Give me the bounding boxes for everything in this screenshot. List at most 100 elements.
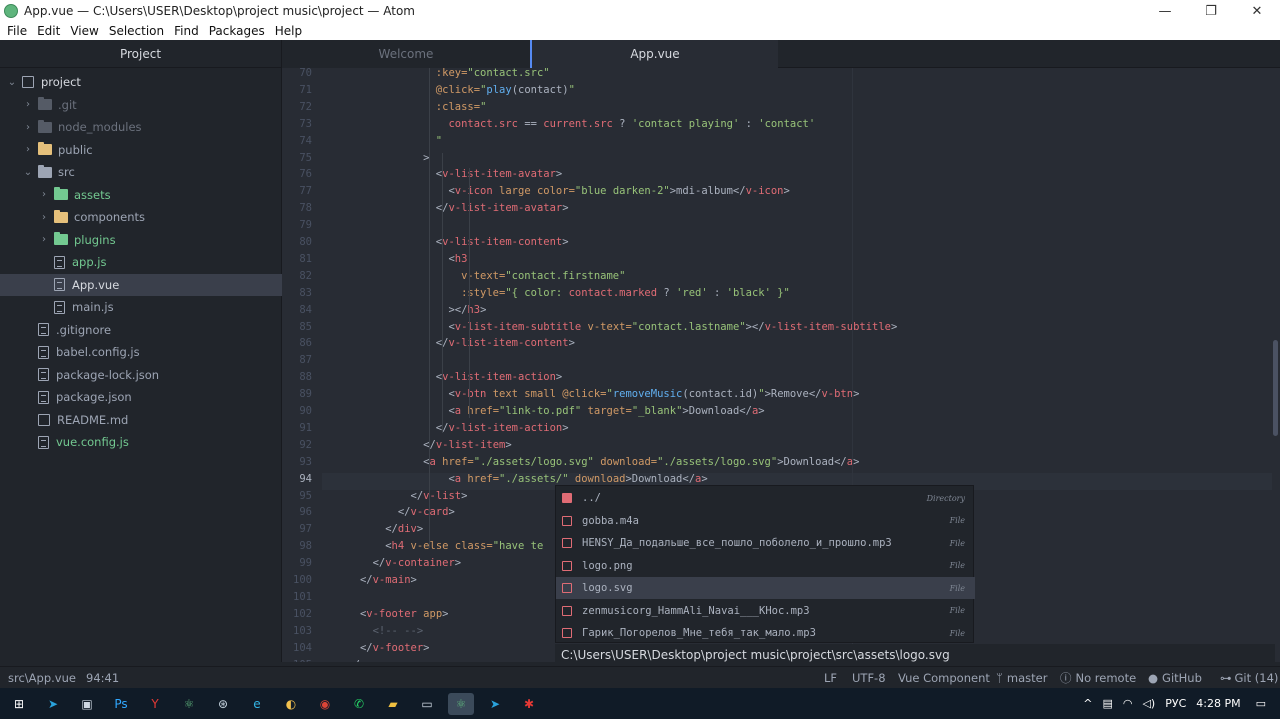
tree-item-app-vue[interactable]: App.vue xyxy=(0,273,282,296)
menu-selection[interactable]: Selection xyxy=(109,24,164,38)
status-encoding[interactable]: UTF-8 xyxy=(852,671,886,685)
chevron-right-icon[interactable]: › xyxy=(22,99,34,110)
tree-item-public[interactable]: › public xyxy=(0,139,282,161)
tree-item-plugins[interactable]: › plugins xyxy=(0,229,282,251)
yandex-browser-icon[interactable]: Y xyxy=(142,693,168,715)
telegram-2-icon[interactable]: ➤ xyxy=(482,693,508,715)
status-cursor-position[interactable]: 94:41 xyxy=(86,671,119,685)
chevron-up-icon[interactable]: ^ xyxy=(1083,697,1092,710)
tree-item-package-lock-json[interactable]: package-lock.json xyxy=(0,364,282,386)
autocomplete-item[interactable]: zenmusicorg_HammAli_Navai___КНос.mp3 File xyxy=(556,600,975,622)
chevron-right-icon[interactable]: › xyxy=(22,144,34,155)
code-line[interactable]: </v-list-item-action> xyxy=(322,422,569,434)
status-line-ending[interactable]: LF xyxy=(824,671,837,685)
close-button[interactable]: ✕ xyxy=(1234,0,1280,22)
windows-start-icon[interactable]: ⊞ xyxy=(6,693,32,715)
code-line[interactable]: <!-- --> xyxy=(322,625,424,637)
status-github[interactable]: ● GitHub xyxy=(1148,671,1202,685)
tree-item-git[interactable]: › .git xyxy=(0,94,282,116)
edge-icon[interactable]: e xyxy=(244,693,270,715)
notifications-icon[interactable]: ▭ xyxy=(1256,697,1266,710)
atom-icon[interactable]: ⚛ xyxy=(176,693,202,715)
volume-icon[interactable]: ◁) xyxy=(1142,697,1155,710)
menu-edit[interactable]: Edit xyxy=(37,24,60,38)
code-line[interactable]: <a href="link-to.pdf" target="_blank">Do… xyxy=(322,405,764,417)
tree-item-vue-config-js[interactable]: vue.config.js xyxy=(0,431,282,453)
code-line[interactable]: <v-footer app> xyxy=(322,608,449,620)
code-line[interactable]: " xyxy=(322,135,442,147)
status-grammar[interactable]: Vue Component xyxy=(898,671,990,685)
code-line[interactable]: ></h3> xyxy=(322,304,486,316)
terminal-icon[interactable]: ▭ xyxy=(414,693,440,715)
tree-item-gitignore[interactable]: .gitignore xyxy=(0,319,282,341)
tree-item-readme-md[interactable]: README.md xyxy=(0,409,282,431)
tree-item-node-modules[interactable]: › node_modules xyxy=(0,116,282,138)
autocomplete-item[interactable]: Гарик_Погорелов_Мне_тебя_так_мало.mp3 Fil… xyxy=(556,622,975,644)
chevron-down-icon[interactable]: ⌄ xyxy=(6,77,18,88)
tree-item-components[interactable]: › components xyxy=(0,206,282,228)
code-line[interactable]: </v-main> xyxy=(322,574,417,586)
chevron-right-icon[interactable]: › xyxy=(38,234,50,245)
menu-packages[interactable]: Packages xyxy=(209,24,265,38)
code-line[interactable]: :style="{ color: contact.marked ? 'red' … xyxy=(322,287,790,299)
autocomplete-item[interactable]: ../ Directory xyxy=(556,487,975,509)
tree-item-babel-config-js[interactable]: babel.config.js xyxy=(0,341,282,363)
tab-welcome[interactable]: Welcome xyxy=(282,40,530,68)
code-line[interactable]: </v-list-item-avatar> xyxy=(322,202,569,214)
menu-help[interactable]: Help xyxy=(275,24,302,38)
menu-file[interactable]: File xyxy=(7,24,27,38)
tree-view-header[interactable]: Project xyxy=(0,40,281,68)
status-file-path[interactable]: src\App.vue xyxy=(8,671,76,685)
ladybug-icon[interactable]: ✱ xyxy=(516,693,542,715)
tree-item-main-js[interactable]: main.js xyxy=(0,296,282,318)
telegram-icon[interactable]: ➤ xyxy=(40,693,66,715)
whatsapp-icon[interactable]: ✆ xyxy=(346,693,372,715)
autocomplete-item[interactable]: logo.png File xyxy=(556,555,975,577)
steam-icon[interactable]: ⊛ xyxy=(210,693,236,715)
code-line[interactable]: </v-list> xyxy=(322,490,468,502)
autocomplete-item[interactable]: gobba.m4a File xyxy=(556,510,975,532)
tree-item-assets[interactable]: › assets xyxy=(0,184,282,206)
code-line[interactable]: > xyxy=(322,152,429,164)
status-branch[interactable]: ᛘ master xyxy=(996,671,1047,685)
chevron-down-icon[interactable]: ⌄ xyxy=(22,167,34,178)
status-git[interactable]: ⊶ Git (14) xyxy=(1220,671,1278,685)
code-line[interactable]: </v-list-item> xyxy=(322,439,512,451)
wifi-icon[interactable]: ◠ xyxy=(1123,697,1133,710)
clock[interactable]: 4:28 PM xyxy=(1196,697,1240,710)
tree-item-package-json[interactable]: package.json xyxy=(0,386,282,408)
code-line[interactable]: contact.src == current.src ? 'contact pl… xyxy=(322,118,815,130)
code-line[interactable]: <v-icon large color="blue darken-2">mdi-… xyxy=(322,185,789,197)
network-icon[interactable]: ▤ xyxy=(1102,697,1112,710)
paint-icon[interactable]: ◐ xyxy=(278,693,304,715)
chevron-right-icon[interactable]: › xyxy=(38,212,50,223)
code-line[interactable]: :class=" xyxy=(322,101,487,113)
code-line[interactable]: <v-list-item-content> xyxy=(322,236,569,248)
chevron-right-icon[interactable]: › xyxy=(22,122,34,133)
code-line[interactable]: <h3 xyxy=(322,253,467,265)
minimize-button[interactable]: — xyxy=(1142,0,1188,22)
code-line[interactable]: <a href="./assets/" download>Download</a… xyxy=(322,473,707,485)
language-indicator[interactable]: РУС xyxy=(1165,697,1186,710)
code-line[interactable]: </v-footer> xyxy=(322,642,430,654)
maximize-button[interactable]: ❐ xyxy=(1188,0,1234,22)
code-line[interactable]: </div> xyxy=(322,523,423,535)
tree-item-src[interactable]: ⌄ src xyxy=(0,161,282,183)
photoshop-icon[interactable]: Ps xyxy=(108,693,134,715)
code-line[interactable]: <v-btn text small @click="removeMusic(co… xyxy=(322,388,859,400)
code-line[interactable]: </v-card> xyxy=(322,506,455,518)
chrome-icon[interactable]: ◉ xyxy=(312,693,338,715)
code-line[interactable]: @click="play(contact)" xyxy=(322,84,575,96)
chevron-right-icon[interactable]: › xyxy=(38,189,50,200)
tab-app-vue[interactable]: App.vue xyxy=(530,40,778,68)
code-line[interactable]: </v-list-item-content> xyxy=(322,337,575,349)
folder-icon[interactable]: ▰ xyxy=(380,693,406,715)
autocomplete-item[interactable]: HENSY_Да_подальше_все_пошло_поболело_и_п… xyxy=(556,532,975,554)
code-line[interactable]: :key="contact.src" xyxy=(322,68,550,79)
file-explorer-icon[interactable]: ▣ xyxy=(74,693,100,715)
menu-view[interactable]: View xyxy=(70,24,98,38)
code-line[interactable]: </v-app> xyxy=(322,659,398,663)
code-line[interactable]: <a href="./assets/logo.svg" download="./… xyxy=(322,456,859,468)
tree-item-project[interactable]: ⌄ project xyxy=(0,71,282,93)
status-remote[interactable]: ⓘ No remote xyxy=(1060,670,1136,686)
